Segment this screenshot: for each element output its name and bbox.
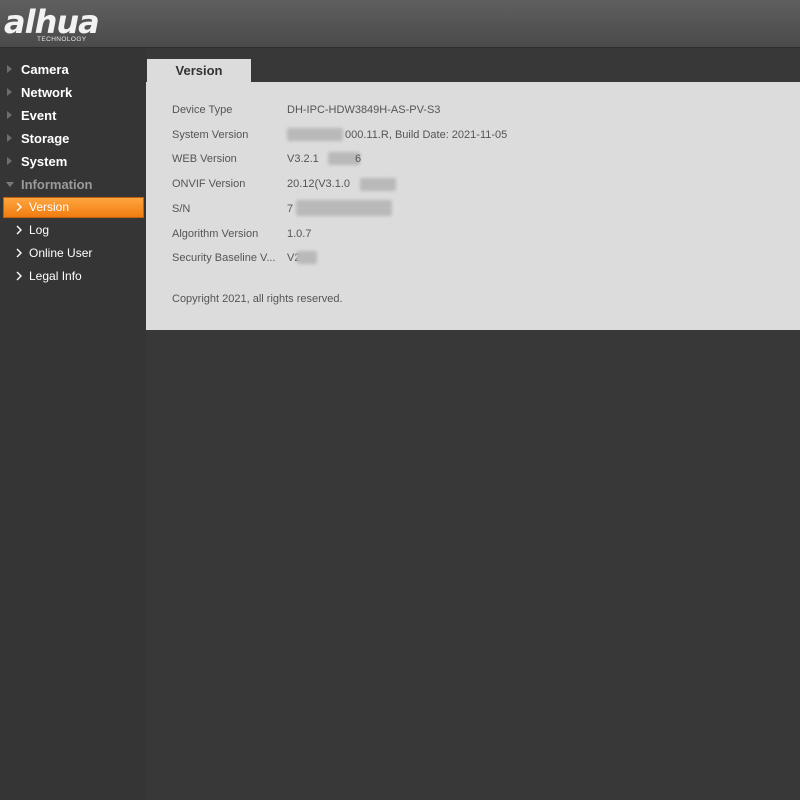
security-baseline-label: Security Baseline V... [172,252,276,264]
collapsed-arrow-icon [7,111,12,119]
menu-label: Information [21,177,93,192]
web-version-value-tail: 6 [355,153,362,165]
serial-number-label: S/N [172,203,191,215]
sidebar: Camera Network Event Storage System Info… [0,48,146,800]
chevron-right-icon [16,202,22,212]
menu-label: Event [21,108,57,123]
submenu-label: Version [29,200,70,214]
collapsed-arrow-icon [7,157,12,165]
submenu-label: Legal Info [29,269,82,283]
redacted-blur [287,128,343,141]
expanded-arrow-icon [6,182,14,187]
submenu-label: Online User [29,246,93,260]
menu-network[interactable]: Network [0,82,146,104]
version-info-panel: Device Type DH-IPC-HDW3849H-AS-PV-S3 Sys… [146,82,800,330]
tab-version[interactable]: Version [147,59,251,83]
device-type-label: Device Type [172,104,233,116]
redacted-blur [296,200,392,216]
menu-system[interactable]: System [0,151,146,173]
serial-number-value: 7 [287,203,294,215]
copyright-text: Copyright 2021, all rights reserved. [172,293,343,305]
menu-label: Network [21,85,73,100]
top-header: alhua TECHNOLOGY [0,0,800,48]
menu-label: System [21,154,68,169]
chevron-right-icon [16,271,22,281]
collapsed-arrow-icon [7,88,12,96]
onvif-version-label: ONVIF Version [172,178,246,190]
web-version-value: V3.2.1 [287,153,319,165]
menu-event[interactable]: Event [0,105,146,127]
menu-information[interactable]: Information [0,174,146,196]
device-type-value: DH-IPC-HDW3849H-AS-PV-S3 [287,104,441,116]
algorithm-version-value: 1.0.7 [287,228,312,240]
redacted-blur [360,178,396,191]
collapsed-arrow-icon [7,65,12,73]
submenu-version[interactable]: Version [3,197,144,218]
submenu-legal-info[interactable]: Legal Info [3,266,144,287]
system-version-value: 000.11.R, Build Date: 2021-11-05 [345,129,508,141]
system-version-label: System Version [172,129,249,141]
logo-tagline: TECHNOLOGY [37,36,87,43]
submenu-log[interactable]: Log [3,220,144,241]
algorithm-version-label: Algorithm Version [172,228,259,240]
chevron-right-icon [16,248,22,258]
menu-storage[interactable]: Storage [0,128,146,150]
onvif-version-value: 20.12(V3.1.0 [287,178,350,190]
menu-camera[interactable]: Camera [0,59,146,81]
chevron-right-icon [16,225,22,235]
redacted-blur [297,251,317,264]
menu-label: Storage [21,131,70,146]
menu-label: Camera [21,62,69,77]
collapsed-arrow-icon [7,134,12,142]
submenu-label: Log [29,223,50,237]
submenu-online-user[interactable]: Online User [3,243,144,264]
web-version-label: WEB Version [172,153,237,165]
